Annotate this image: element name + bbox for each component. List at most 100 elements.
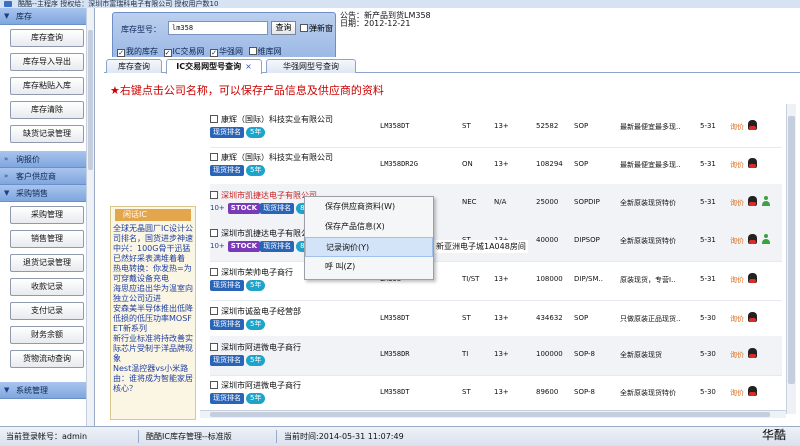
nav-returns-records[interactable]: 退货记录管理 (10, 254, 84, 272)
checkbox-icon[interactable] (248, 47, 257, 55)
result-row[interactable]: 康辉（国际）科技实业有限公司 现货排名 5年 LM358DR2G ON 13+ 108294… (210, 146, 782, 186)
company-label[interactable]: 深圳市阿进微电子商行 (221, 343, 301, 352)
result-row[interactable]: 深圳市诚盈电子经营部 现货排名 5年 LM358DT ST 13+ 434632 SOP 只做原… (210, 300, 782, 340)
nav-payment-records[interactable]: 支付记录 (10, 302, 84, 320)
company-name[interactable]: 深圳市荣帅电子商行 (210, 267, 293, 278)
company-name[interactable]: 深圳市凯捷达电子有限公司 (210, 190, 317, 201)
sidebar-section-inventory[interactable]: ▼ 库存 (0, 8, 94, 25)
company-label[interactable]: 康辉（国际）科技实业有限公司 (221, 115, 333, 124)
inquiry-link[interactable]: 询价 (730, 236, 744, 246)
company-label[interactable]: 深圳市凯捷达电子有限公司 (221, 191, 317, 200)
inquiry-link[interactable]: 询价 (730, 160, 744, 170)
result-row[interactable]: 深圳市阿进微电子商行 现货排名 5年 LM358DT ST 13+ 89600 SOP-8 全新… (210, 374, 782, 414)
checkbox-icon[interactable] (210, 343, 218, 351)
rank-badge[interactable]: 现货排名 (210, 165, 244, 176)
qq-icon[interactable] (748, 386, 757, 396)
company-label[interactable]: 深圳市荣帅电子商行 (221, 268, 293, 277)
result-row[interactable]: 深圳市荣帅电子商行现货排名5年LM358TI/ST13+108000DIP/SM… (210, 261, 782, 301)
contact-user-icon[interactable] (762, 196, 770, 206)
company-name[interactable]: 康辉（国际）科技实业有限公司 (210, 152, 333, 163)
scrollbar-thumb[interactable] (88, 30, 93, 170)
contact-user-icon[interactable] (762, 234, 770, 244)
nav-purchase-management[interactable]: 采购管理 (10, 206, 84, 224)
company-label[interactable]: 康辉（国际）科技实业有限公司 (221, 153, 333, 162)
qq-icon[interactable] (748, 120, 757, 130)
sidebar-scrollbar[interactable] (86, 8, 94, 426)
result-row[interactable]: 深圳市阿进微电子商行 现货排名 5年 LM358DR TI 13+ 100000 SOP-8 全… (210, 336, 782, 376)
nav-shortage-records[interactable]: 缺货记录管理 (10, 125, 84, 143)
nav-receipt-records[interactable]: 收款记录 (10, 278, 84, 296)
results-horizontal-scrollbar[interactable] (200, 410, 786, 418)
model-search-input[interactable]: lm358 (168, 21, 268, 35)
checkbox-ic-exchange[interactable]: ✓ IC交易网 (163, 46, 205, 57)
ad-link[interactable]: 全球无晶圆厂IC设计公司排名，国货进步神速 (113, 224, 193, 244)
company-label[interactable]: 深圳市阿进微电子商行 (221, 381, 301, 390)
checkbox-icon[interactable] (210, 191, 218, 199)
rank-badge[interactable]: 现货排名 (260, 203, 295, 214)
menu-record-inquiry[interactable]: 记录询价(Y) (305, 237, 433, 257)
menu-save-supplier[interactable]: 保存供应商资料(W) (305, 197, 433, 217)
nav-inventory-import-export[interactable]: 库存导入导出 (10, 53, 84, 71)
company-name[interactable]: 深圳市诚盈电子经营部 (210, 306, 301, 317)
checkbox-icon[interactable] (210, 115, 218, 123)
results-vertical-scrollbar[interactable] (786, 104, 796, 414)
inquiry-link[interactable]: 询价 (730, 350, 744, 360)
inquiry-link[interactable]: 询价 (730, 275, 744, 285)
nav-inventory-query[interactable]: 库存查询 (10, 29, 84, 47)
scrollbar-thumb[interactable] (210, 412, 770, 417)
nav-inventory-clear[interactable]: 库存清除 (10, 101, 84, 119)
qq-icon[interactable] (748, 196, 757, 206)
tab-huaqiang-query[interactable]: 华强网型号查询 (266, 59, 356, 73)
checkbox-my-inventory[interactable]: ✓ 我的库存 (117, 46, 158, 57)
company-name[interactable]: 深圳市阿进微电子商行 (210, 342, 301, 353)
sidebar-section-purchase-sales[interactable]: ▼ 采购销售 (0, 185, 94, 202)
menu-call[interactable]: 呼 叫(Z) (305, 257, 433, 277)
result-row[interactable]: 康辉（国际）科技实业有限公司 现货排名 5年 LM358DT ST 13+ 52582 SOP… (210, 108, 782, 148)
ad-link[interactable]: 中兴：100G骨干迅猛已然好采表满堆着着 (113, 244, 193, 264)
company-label[interactable]: 深圳市诚盈电子经营部 (221, 307, 301, 316)
checkbox-checked-icon[interactable]: ✓ (210, 49, 219, 57)
qq-icon[interactable] (748, 234, 757, 244)
ad-link[interactable]: 新行业标准将持改善实际芯片受制于洋品牌现象 (113, 334, 193, 364)
rank-badge[interactable]: 现货排名 (210, 319, 244, 330)
inquiry-link[interactable]: 询价 (730, 314, 744, 324)
qq-icon[interactable] (748, 348, 757, 358)
tab-inventory-query[interactable]: 库存查询 (106, 59, 162, 73)
query-button[interactable]: 查询 (271, 21, 296, 35)
nav-finance-balance[interactable]: 财务余额 (10, 326, 84, 344)
rank-badge[interactable]: 现货排名 (260, 241, 295, 252)
checkbox-icon[interactable] (210, 229, 218, 237)
inquiry-link[interactable]: 询价 (730, 388, 744, 398)
tab-ic-exchange-query[interactable]: IC交易网型号查询 × (166, 59, 262, 74)
checkbox-checked-icon[interactable]: ✓ (163, 49, 172, 57)
ad-link[interactable]: Nest温控器vs小米路由：谁将成为智能家居核心？ (113, 364, 193, 394)
qq-icon[interactable] (748, 273, 757, 283)
ad-link[interactable]: 海思应追出华为温室向独立公司迈进 (113, 284, 193, 304)
company-label[interactable]: 深圳市凯捷达电子有限公司 (221, 229, 317, 238)
ad-link[interactable]: 安森美半导体推出低降低损的低压功率MOSFET新系列 (113, 304, 193, 334)
checkbox-weiku[interactable]: 维库网 (248, 46, 282, 57)
checkbox-icon[interactable] (210, 381, 218, 389)
qq-icon[interactable] (748, 312, 757, 322)
nav-goods-flow[interactable]: 货物流动查询 (10, 350, 84, 368)
checkbox-icon[interactable] (210, 153, 218, 161)
checkbox-icon[interactable] (210, 268, 218, 276)
inquiry-link[interactable]: 询价 (730, 122, 744, 132)
ad-link[interactable]: 热电转换：你发热=为可穿戴设备充电 (113, 264, 193, 284)
rank-badge[interactable]: 现货排名 (210, 393, 244, 404)
checkbox-icon[interactable] (210, 307, 218, 315)
sidebar-section-system[interactable]: ▼ 系统管理 (0, 382, 94, 399)
rank-badge[interactable]: 现货排名 (210, 355, 244, 366)
company-name[interactable]: 康辉（国际）科技实业有限公司 (210, 114, 333, 125)
scrollbar-thumb[interactable] (788, 116, 795, 384)
nav-inventory-paste[interactable]: 库存粘贴入库 (10, 77, 84, 95)
rank-badge[interactable]: 现货排名 (210, 127, 244, 138)
qq-icon[interactable] (748, 158, 757, 168)
checkbox-huaqiang[interactable]: ✓ 华强网 (210, 46, 243, 57)
company-name[interactable]: 深圳市凯捷达电子有限公司 (210, 228, 317, 239)
company-name[interactable]: 深圳市阿进微电子商行 (210, 380, 301, 391)
close-icon[interactable]: × (245, 62, 252, 71)
sidebar-section-inquiry[interactable]: » 询报价 (0, 151, 94, 168)
checkbox-checked-icon[interactable]: ✓ (117, 49, 125, 57)
checkbox-icon[interactable] (300, 24, 308, 32)
